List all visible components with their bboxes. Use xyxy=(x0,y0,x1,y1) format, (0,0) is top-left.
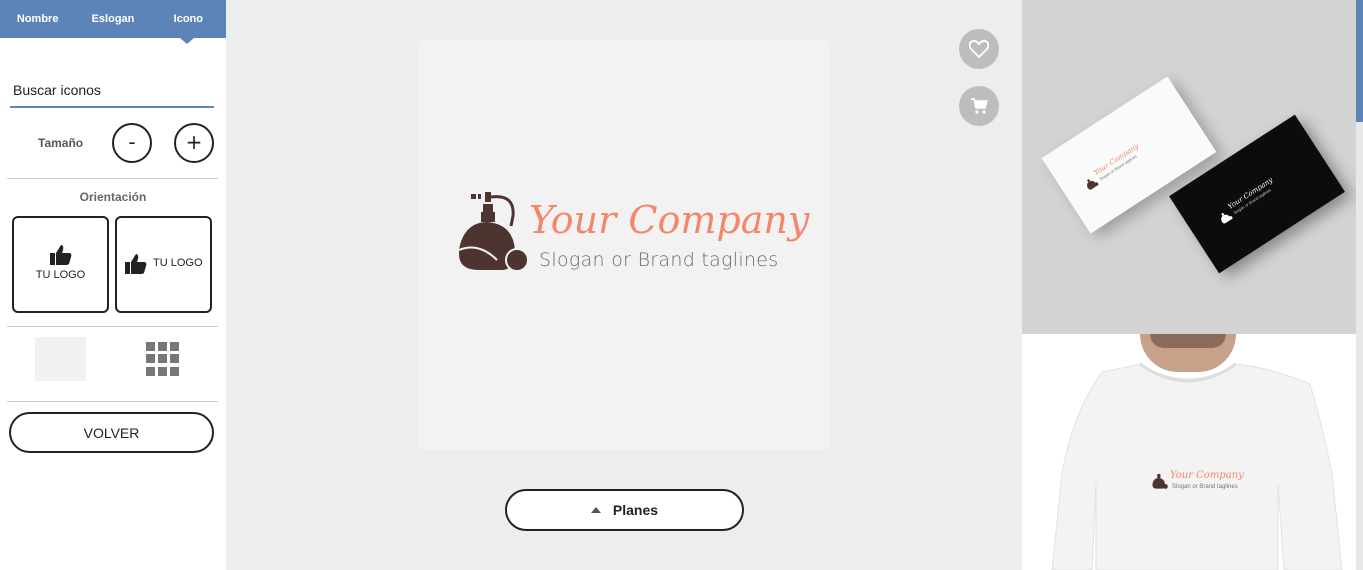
plans-button[interactable]: Planes xyxy=(505,489,744,531)
cart-button[interactable] xyxy=(959,86,999,126)
perfume-bottle-icon xyxy=(1152,474,1168,489)
orientation-horizontal-option[interactable]: TU LOGO xyxy=(115,216,212,313)
perfume-bottle-icon xyxy=(458,192,529,272)
orientation-vertical-text: TU LOGO xyxy=(35,269,86,281)
scrollbar-thumb[interactable] xyxy=(1356,0,1363,122)
orientation-label: Orientación xyxy=(79,190,147,204)
active-tab-indicator xyxy=(180,38,194,44)
heart-icon xyxy=(969,40,989,58)
background-color-swatch[interactable] xyxy=(35,337,86,381)
orientation-horizontal-text: TU LOGO xyxy=(153,257,203,269)
shirt-slogan: Slogan or Brand taglines xyxy=(1172,484,1238,490)
tshirt-preview[interactable]: Your Company Slogan or Brand taglines xyxy=(1022,334,1356,570)
shirt-company-name: Your Company xyxy=(1170,470,1244,481)
back-button[interactable]: VOLVER xyxy=(9,412,214,453)
thumbs-up-icon xyxy=(50,245,72,265)
tab-icono[interactable]: Icono xyxy=(151,0,226,38)
thumbs-up-icon xyxy=(125,254,147,274)
tab-bar: Nombre Eslogan Icono xyxy=(0,0,226,44)
favorite-button[interactable] xyxy=(959,29,999,69)
size-label: Tamaño xyxy=(38,136,84,150)
divider xyxy=(7,326,218,327)
business-card-preview[interactable]: Your Company Slogan or Brand taglines Yo… xyxy=(1022,0,1356,334)
sidebar: Nombre Eslogan Icono Tamaño - + Orientac… xyxy=(0,0,226,570)
divider xyxy=(7,178,218,179)
size-increase-button[interactable]: + xyxy=(174,123,214,163)
divider xyxy=(7,401,218,402)
search-icons-input[interactable] xyxy=(10,74,214,108)
tab-eslogan[interactable]: Eslogan xyxy=(75,0,150,38)
caret-up-icon xyxy=(590,507,601,513)
cart-icon xyxy=(971,98,988,114)
orientation-vertical-option[interactable]: TU LOGO xyxy=(12,216,109,313)
tshirt-shape xyxy=(1051,362,1343,570)
company-slogan[interactable]: Slogan or Brand taglines xyxy=(539,249,779,271)
grid-icon[interactable] xyxy=(146,342,180,376)
size-decrease-button[interactable]: - xyxy=(112,123,152,163)
company-name[interactable]: Your Company xyxy=(529,198,809,242)
logo-canvas[interactable]: Your Company Slogan or Brand taglines xyxy=(419,40,829,450)
plans-button-label: Planes xyxy=(612,502,659,518)
tab-nombre[interactable]: Nombre xyxy=(0,0,75,38)
